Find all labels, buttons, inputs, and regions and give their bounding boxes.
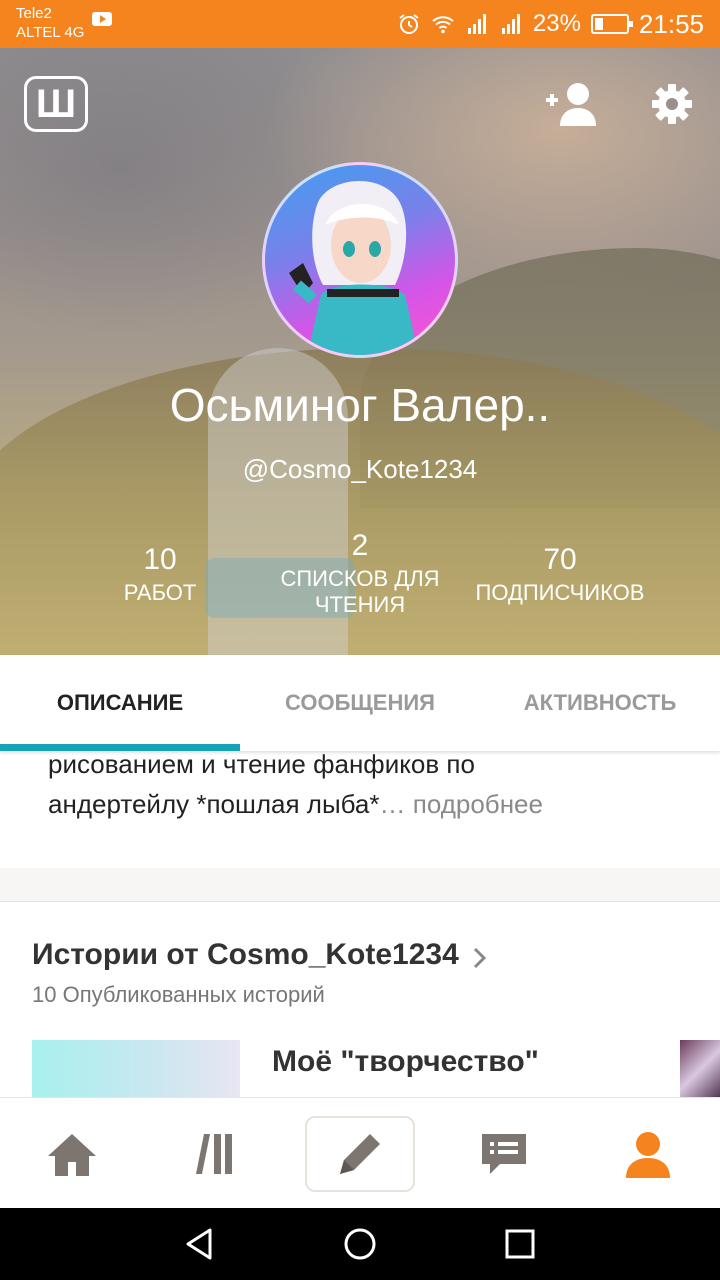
stat-followers-value: 70 xyxy=(543,543,577,576)
logo-letter: Ш xyxy=(35,81,77,126)
chat-icon xyxy=(482,1134,526,1174)
add-user-icon[interactable] xyxy=(542,80,602,128)
stat-reading-lists-value: 2 xyxy=(351,529,369,562)
description-line: рисованием и чтение фанфиков по xyxy=(48,749,475,779)
bottom-navigation xyxy=(0,1097,720,1208)
stories-section-title[interactable]: Истории от Cosmo_Kote1234 xyxy=(32,938,459,972)
recents-icon[interactable] xyxy=(502,1226,538,1262)
network-name: ALTEL 4G xyxy=(16,24,85,41)
tab-activity[interactable]: АКТИВНОСТЬ xyxy=(480,655,720,751)
section-divider xyxy=(0,868,720,902)
tab-messages[interactable]: СООБЩЕНИЯ xyxy=(240,655,480,751)
home-icon xyxy=(48,1134,96,1176)
profile-display-name: Осьминог Валер.. xyxy=(169,379,551,431)
battery-percent: 23% xyxy=(532,10,581,37)
avatar-illustration xyxy=(289,180,419,355)
profile-header: Ш Осьминог Валер.. @Cosmo_Kote1234 10 РА… xyxy=(0,48,720,655)
clock: 21:55 xyxy=(638,8,704,39)
nav-write[interactable] xyxy=(305,1116,415,1192)
tab-description[interactable]: ОПИСАНИЕ xyxy=(0,655,240,751)
battery-icon xyxy=(590,14,633,34)
library-icon xyxy=(196,1134,232,1174)
stat-followers-label: ПОДПИСЧИКОВ xyxy=(475,580,645,605)
story-cover-image[interactable] xyxy=(680,1040,720,1100)
stat-reading-lists-label-line2: ЧТЕНИЯ xyxy=(314,592,406,617)
nav-messages[interactable] xyxy=(456,1116,552,1192)
nav-library[interactable] xyxy=(168,1116,264,1192)
stat-followers[interactable]: 70 ПОДПИСЧИКОВ xyxy=(460,540,660,606)
stat-reading-lists-label-line1: СПИСКОВ ДЛЯ xyxy=(280,566,440,591)
nav-home[interactable] xyxy=(24,1116,120,1192)
system-navigation-bar xyxy=(0,1208,720,1280)
stat-reading-lists[interactable]: 2 СПИСКОВ ДЛЯ ЧТЕНИЯ xyxy=(262,526,458,618)
nav-profile[interactable] xyxy=(600,1116,696,1192)
description-line: андертейлу *пошлая лыба* xyxy=(48,789,380,819)
signal-icon xyxy=(467,14,486,34)
stat-works-value: 10 xyxy=(143,543,177,576)
carrier-info: Tele2 ALTEL 4G xyxy=(16,4,84,42)
profile-handle: @Cosmo_Kote1234 xyxy=(242,454,478,484)
profile-tabs: ОПИСАНИЕ СООБЩЕНИЯ АКТИВНОСТЬ xyxy=(0,655,720,751)
signal-icon xyxy=(501,14,520,34)
stories-count: 10 Опубликованных историй xyxy=(32,982,325,1007)
status-bar: Tele2 ALTEL 4G 23% 21:55 xyxy=(0,0,720,48)
home-circle-icon[interactable] xyxy=(342,1226,378,1262)
profile-description: рисованием и чтение фанфиков по андертей… xyxy=(48,744,688,824)
profile-icon xyxy=(626,1132,670,1178)
gear-icon[interactable] xyxy=(648,80,696,128)
story-title[interactable]: Моё "творчество" xyxy=(272,1045,539,1079)
wattpad-logo-button[interactable]: Ш xyxy=(24,76,88,132)
chevron-right-icon[interactable] xyxy=(472,946,488,970)
wifi-icon xyxy=(432,16,454,34)
stat-works-label: РАБОТ xyxy=(123,580,197,605)
carrier-name: Tele2 xyxy=(16,5,52,22)
read-more-link[interactable]: подробнее xyxy=(413,789,543,819)
back-icon[interactable] xyxy=(182,1226,218,1262)
status-icons: 23% 21:55 xyxy=(397,8,704,40)
avatar[interactable] xyxy=(262,162,458,358)
pencil-icon xyxy=(340,1134,380,1174)
alarm-icon xyxy=(399,14,419,34)
stat-works[interactable]: 10 РАБОТ xyxy=(100,540,220,606)
youtube-icon xyxy=(92,12,112,26)
description-ellipsis: … xyxy=(379,789,406,819)
story-cover-image[interactable] xyxy=(32,1040,240,1100)
